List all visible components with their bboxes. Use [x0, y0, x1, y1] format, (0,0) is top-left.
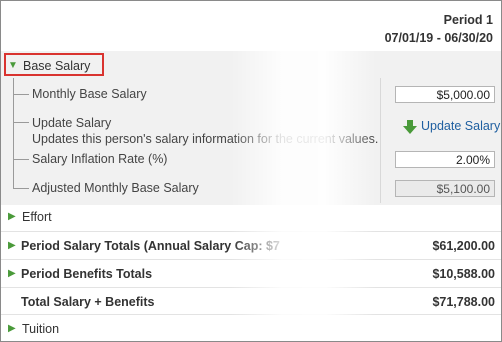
- expanded-triangle-icon[interactable]: ▼: [8, 60, 18, 71]
- adjusted-salary-field: [395, 180, 495, 197]
- tree-branch: [13, 122, 29, 123]
- effort-row[interactable]: ▶ Effort: [1, 203, 501, 231]
- collapsed-triangle-icon[interactable]: ▶: [8, 268, 16, 279]
- salary-totals-label: Period Salary Totals (Annual Salary Cap:…: [21, 239, 280, 253]
- total-value: $71,788.00: [432, 295, 495, 309]
- monthly-base-salary-label: Monthly Base Salary: [32, 87, 147, 101]
- collapsed-triangle-icon[interactable]: ▶: [8, 240, 16, 251]
- benefits-totals-row[interactable]: ▶ Period Benefits Totals $10,588.00: [1, 259, 501, 288]
- update-salary-description: Updates this person's salary information…: [32, 132, 379, 146]
- total-row: Total Salary + Benefits $71,788.00: [1, 287, 501, 316]
- salary-totals-row[interactable]: ▶ Period Salary Totals (Annual Salary Ca…: [1, 231, 501, 260]
- adjusted-salary-label: Adjusted Monthly Base Salary: [32, 181, 199, 195]
- period-header: Period 1 07/01/19 - 06/30/20: [1, 1, 501, 51]
- column-divider: [380, 78, 381, 203]
- update-salary-title: Update Salary: [32, 116, 112, 130]
- effort-label: Effort: [22, 210, 52, 224]
- salary-panel: Period 1 07/01/19 - 06/30/20 ▼ Base Sala…: [0, 0, 502, 342]
- salary-inflation-label: Salary Inflation Rate (%): [32, 152, 168, 166]
- salary-inflation-input[interactable]: [395, 151, 495, 168]
- tuition-row[interactable]: ▶ Tuition: [1, 314, 501, 341]
- download-arrow-icon[interactable]: [403, 120, 417, 134]
- collapsed-triangle-icon[interactable]: ▶: [8, 211, 16, 222]
- salary-totals-value: $61,200.00: [432, 239, 495, 253]
- period-label: Period 1: [443, 13, 493, 27]
- tuition-label: Tuition: [22, 322, 60, 336]
- total-label: Total Salary + Benefits: [21, 295, 155, 309]
- tree-branch: [13, 159, 29, 160]
- benefits-totals-value: $10,588.00: [432, 267, 495, 281]
- period-dates: 07/01/19 - 06/30/20: [384, 31, 493, 45]
- collapsed-triangle-icon[interactable]: ▶: [8, 323, 16, 334]
- monthly-base-salary-input[interactable]: [395, 86, 495, 103]
- update-salary-button[interactable]: Update Salary: [421, 119, 500, 133]
- benefits-totals-label: Period Benefits Totals: [21, 267, 153, 281]
- base-salary-toggle[interactable]: Base Salary: [23, 59, 90, 73]
- tree-branch: [13, 94, 29, 95]
- tree-branch: [13, 188, 29, 189]
